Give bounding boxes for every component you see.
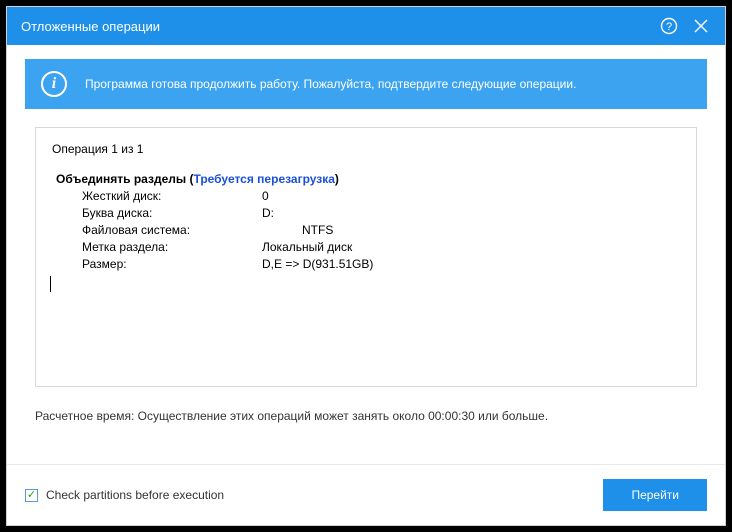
detail-value: D,E => D(931.51GB) [262, 256, 373, 273]
window-outer-frame: Отложенные операции ? i Программа готова… [0, 0, 732, 532]
table-row: Метка раздела: Локальный диск [82, 239, 680, 256]
detail-value: 0 [262, 188, 269, 205]
paren-close: ) [335, 172, 339, 186]
operations-panel: Операция 1 из 1 Объединять разделы (Треб… [35, 127, 697, 387]
detail-label: Размер: [82, 256, 262, 273]
operation-title: Объединять разделы [56, 172, 189, 186]
detail-label: Жесткий диск: [82, 188, 262, 205]
table-row: Буква диска: D: [82, 205, 680, 222]
info-text: Программа готова продолжить работу. Пожа… [85, 77, 576, 91]
checkmark-icon: ✓ [27, 490, 36, 501]
detail-value: Локальный диск [262, 239, 352, 256]
table-row: Файловая система: NTFS [82, 222, 680, 239]
help-icon[interactable]: ? [659, 16, 679, 36]
svg-text:?: ? [666, 21, 672, 33]
table-row: Размер: D,E => D(931.51GB) [82, 256, 680, 273]
operation-details: Жесткий диск: 0 Буква диска: D: Файловая… [82, 188, 680, 273]
window-title: Отложенные операции [21, 19, 647, 34]
info-icon: i [41, 71, 67, 97]
reboot-required-link[interactable]: Требуется перезагрузка [193, 172, 334, 186]
estimated-time: Расчетное время: Осуществление этих опер… [35, 409, 697, 423]
footer-bar: ✓ Check partitions before execution Пере… [7, 464, 725, 525]
detail-label: Файловая система: [82, 222, 262, 239]
table-row: Жесткий диск: 0 [82, 188, 680, 205]
window-inner-frame: Отложенные операции ? i Программа готова… [6, 6, 726, 526]
info-banner: i Программа готова продолжить работу. По… [25, 59, 707, 109]
close-icon[interactable] [691, 16, 711, 36]
detail-value: NTFS [302, 222, 333, 239]
text-cursor [50, 276, 51, 292]
check-partitions-checkbox[interactable]: ✓ Check partitions before execution [25, 488, 224, 502]
detail-label: Буква диска: [82, 205, 262, 222]
operation-counter: Операция 1 из 1 [52, 142, 680, 156]
detail-label: Метка раздела: [82, 239, 262, 256]
detail-value: D: [262, 205, 274, 222]
go-button[interactable]: Перейти [603, 479, 707, 511]
operation-title-row: Объединять разделы (Требуется перезагруз… [56, 172, 680, 186]
checkbox-label: Check partitions before execution [46, 488, 224, 502]
titlebar: Отложенные операции ? [7, 7, 725, 45]
checkbox-box: ✓ [25, 489, 38, 502]
